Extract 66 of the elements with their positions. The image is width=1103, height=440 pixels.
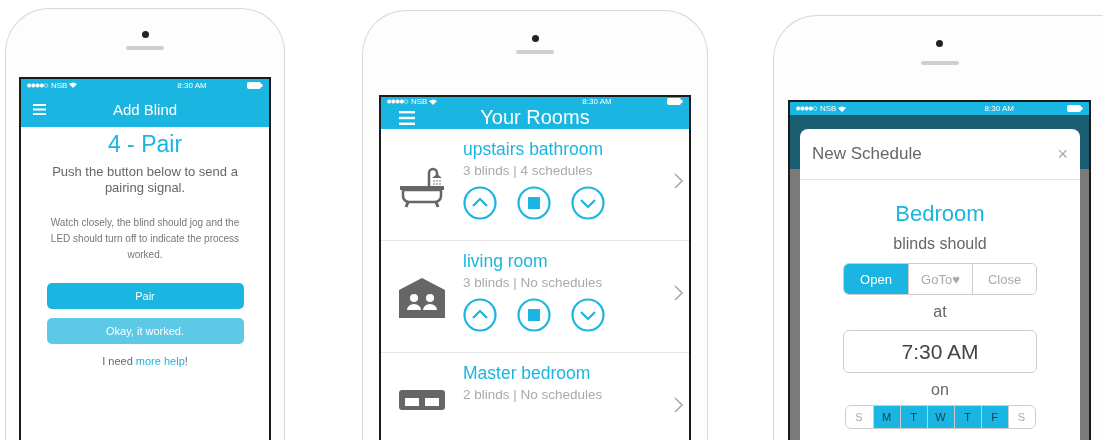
up-button[interactable] [463,298,497,332]
camera-icon [141,31,149,38]
status-time: 8:30 AM [176,80,208,90]
camera-icon [936,40,943,47]
on-label: on [931,381,949,399]
room-info: 3 blinds | 4 schedules [463,163,594,178]
close-button[interactable]: × [1053,143,1072,165]
down-button[interactable] [571,186,605,220]
action-option[interactable]: Close [972,264,1036,294]
signal-icon [27,82,49,88]
battery-icon [1067,105,1083,112]
day-toggle[interactable]: T [899,406,927,428]
speaker-icon [920,61,959,65]
day-toggle[interactable]: F [980,406,1008,428]
room-info: 3 blinds | No schedules [463,275,604,290]
room-row[interactable]: Master bedroom 2 blinds | No schedules [381,353,689,440]
speaker-icon [126,46,164,50]
wifi-icon [69,82,78,88]
menu-icon[interactable] [33,103,46,115]
wifi-icon [838,105,847,112]
at-label: at [933,303,947,321]
chevron-icon [674,397,683,413]
chevron-icon [674,285,683,301]
menu-icon[interactable] [399,110,415,125]
up-button[interactable] [463,186,497,220]
battery-icon [247,81,263,89]
status-time: 8:30 AM [983,104,1015,113]
action-option[interactable]: Open [844,264,908,294]
room-info: 2 blinds | No schedules [463,387,604,402]
prompt-text: blinds should [893,235,987,253]
help-text: I need more help! [102,355,188,367]
camera-icon [531,35,539,42]
speaker-icon [516,50,554,54]
action-button[interactable]: Pair [46,283,244,309]
status-time: 8:30 AM [581,97,613,106]
stop-button[interactable] [517,186,551,220]
screen-title: Your Rooms [479,106,591,129]
screen-title: Add Blind [111,100,179,118]
note-text: Watch closely, the blind should jog and the LED should turn off to indicate the process worked. [49,216,241,262]
day-toggle[interactable]: S [1007,406,1035,428]
bed-icon [399,390,445,410]
down-button[interactable] [571,298,605,332]
signal-icon [796,106,818,111]
wifi-icon [429,98,438,105]
carrier-name: NSB [411,97,428,106]
room-row[interactable]: living room 3 blinds | No schedules [381,241,689,353]
day-toggle[interactable]: W [926,406,954,428]
carrier-name: NSB [820,104,837,113]
signal-icon [387,99,409,104]
carrier-name: NSB [51,80,68,90]
instruction-text: Push the button below to send a pairing signal. [51,164,239,196]
help-link[interactable]: more help [135,355,185,367]
day-toggle[interactable]: M [872,406,900,428]
room-name: upstairs bathroom [463,139,605,160]
room-name: living room [463,251,549,272]
house-people-icon [399,278,445,318]
room-title: Bedroom [895,201,985,227]
day-toggle[interactable]: T [953,406,981,428]
room-name: Master bedroom [463,363,592,384]
chevron-icon [674,173,683,189]
stop-button[interactable] [517,298,551,332]
room-row[interactable]: upstairs bathroom 3 blinds | 4 schedules [381,129,689,241]
time-field[interactable]: 7:30 AM [843,330,1037,373]
dialog-title: New Schedule [812,144,922,164]
battery-icon [667,98,683,105]
step-title: 4 - Pair [107,131,183,158]
